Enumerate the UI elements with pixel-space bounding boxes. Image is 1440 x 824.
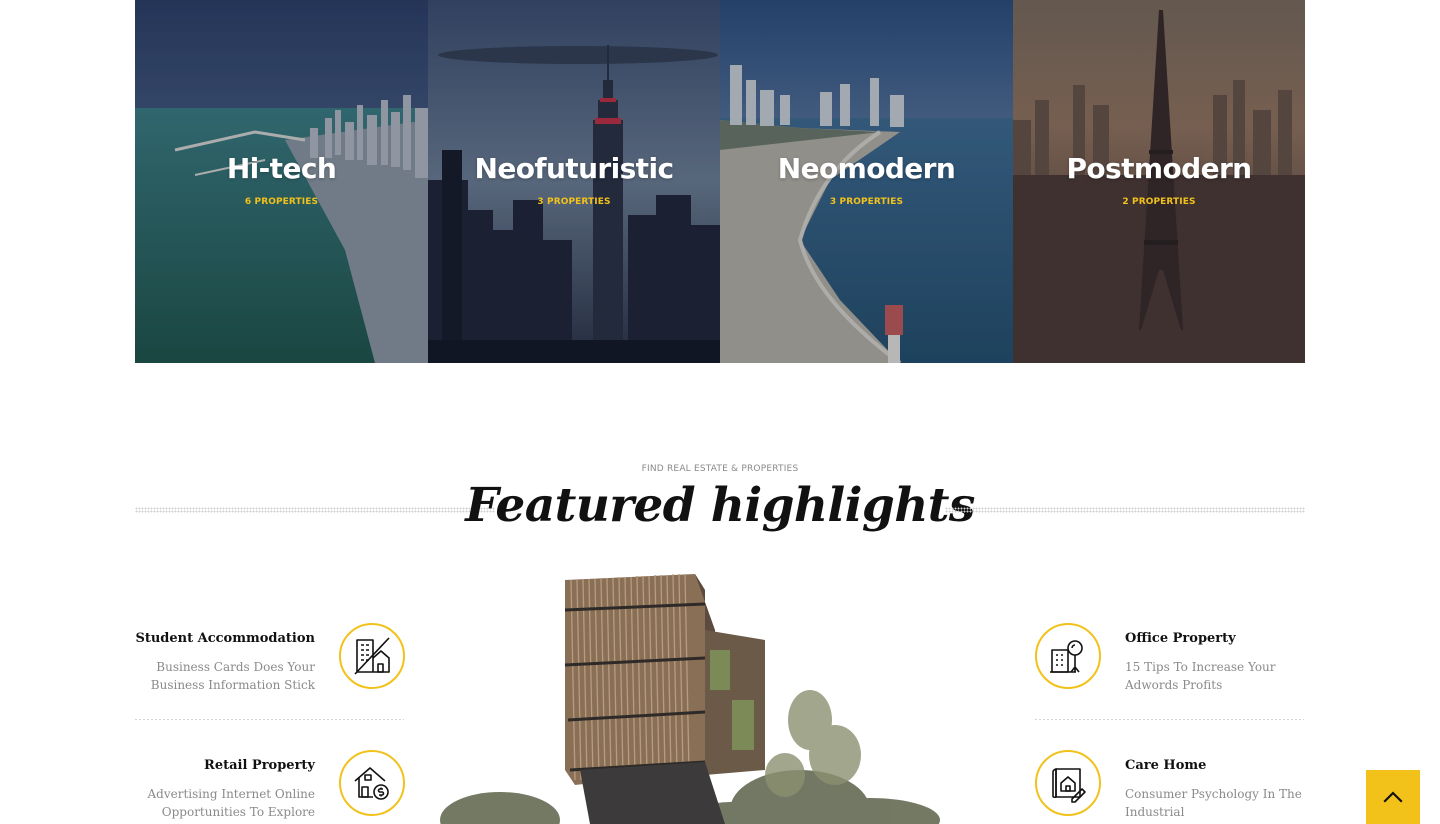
feature-description: Consumer Psychology In The Industrial	[1125, 787, 1302, 819]
feature-title: Office Property	[1125, 631, 1236, 646]
feature-item-office-property[interactable]: Office Property 15 Tips To Increase Your…	[1035, 623, 1304, 692]
category-count: 2 PROPERTIES	[1122, 197, 1196, 207]
feature-title: Student Accommodation	[135, 631, 315, 646]
feature-item-care-home[interactable]: Care Home Consumer Psychology In The Ind…	[1035, 750, 1304, 819]
heading-dots-right	[945, 507, 1305, 513]
category-title: Postmodern	[1066, 152, 1253, 185]
feature-description: Advertising Internet Online Opportunitie…	[147, 787, 315, 819]
house-plan-icon	[1035, 750, 1101, 816]
feature-divider	[1035, 719, 1304, 720]
apartment-building-icon	[339, 623, 405, 689]
property-categories: Hi-tech 6 PROPERTIES Neofuturistic 3 PRO…	[135, 0, 1305, 363]
section-title: Featured highlights	[465, 478, 975, 533]
office-search-icon	[1035, 623, 1101, 689]
scroll-to-top-button[interactable]	[1366, 770, 1420, 824]
feature-description: 15 Tips To Increase Your Adwords Profits	[1125, 660, 1276, 692]
category-title: Hi-tech	[226, 152, 337, 185]
category-tile-postmodern[interactable]: Postmodern 2 PROPERTIES	[1013, 0, 1305, 363]
section-eyebrow: FIND REAL ESTATE & PROPERTIES	[641, 464, 799, 474]
category-tile-neomodern[interactable]: Neomodern 3 PROPERTIES	[720, 0, 1013, 363]
feature-item-retail-property[interactable]: Retail Property Advertising Internet Onl…	[135, 750, 405, 819]
feature-description: Business Cards Does Your Business Inform…	[150, 660, 315, 692]
category-tile-neofuturistic[interactable]: Neofuturistic 3 PROPERTIES	[428, 0, 720, 363]
chevron-up-icon	[1383, 791, 1403, 803]
category-tile-hi-tech[interactable]: Hi-tech 6 PROPERTIES	[135, 0, 428, 363]
category-count: 3 PROPERTIES	[537, 197, 611, 207]
feature-divider	[135, 719, 404, 720]
category-title: Neomodern	[777, 152, 956, 185]
category-count: 3 PROPERTIES	[829, 197, 904, 207]
category-count: 6 PROPERTIES	[244, 197, 319, 207]
featured-building-image	[440, 570, 985, 824]
feature-title: Care Home	[1125, 758, 1207, 773]
house-money-icon	[339, 750, 405, 816]
feature-title: Retail Property	[204, 758, 315, 773]
category-title: Neofuturistic	[474, 152, 675, 185]
feature-item-student-accommodation[interactable]: Student Accommodation Business Cards Doe…	[135, 623, 405, 692]
